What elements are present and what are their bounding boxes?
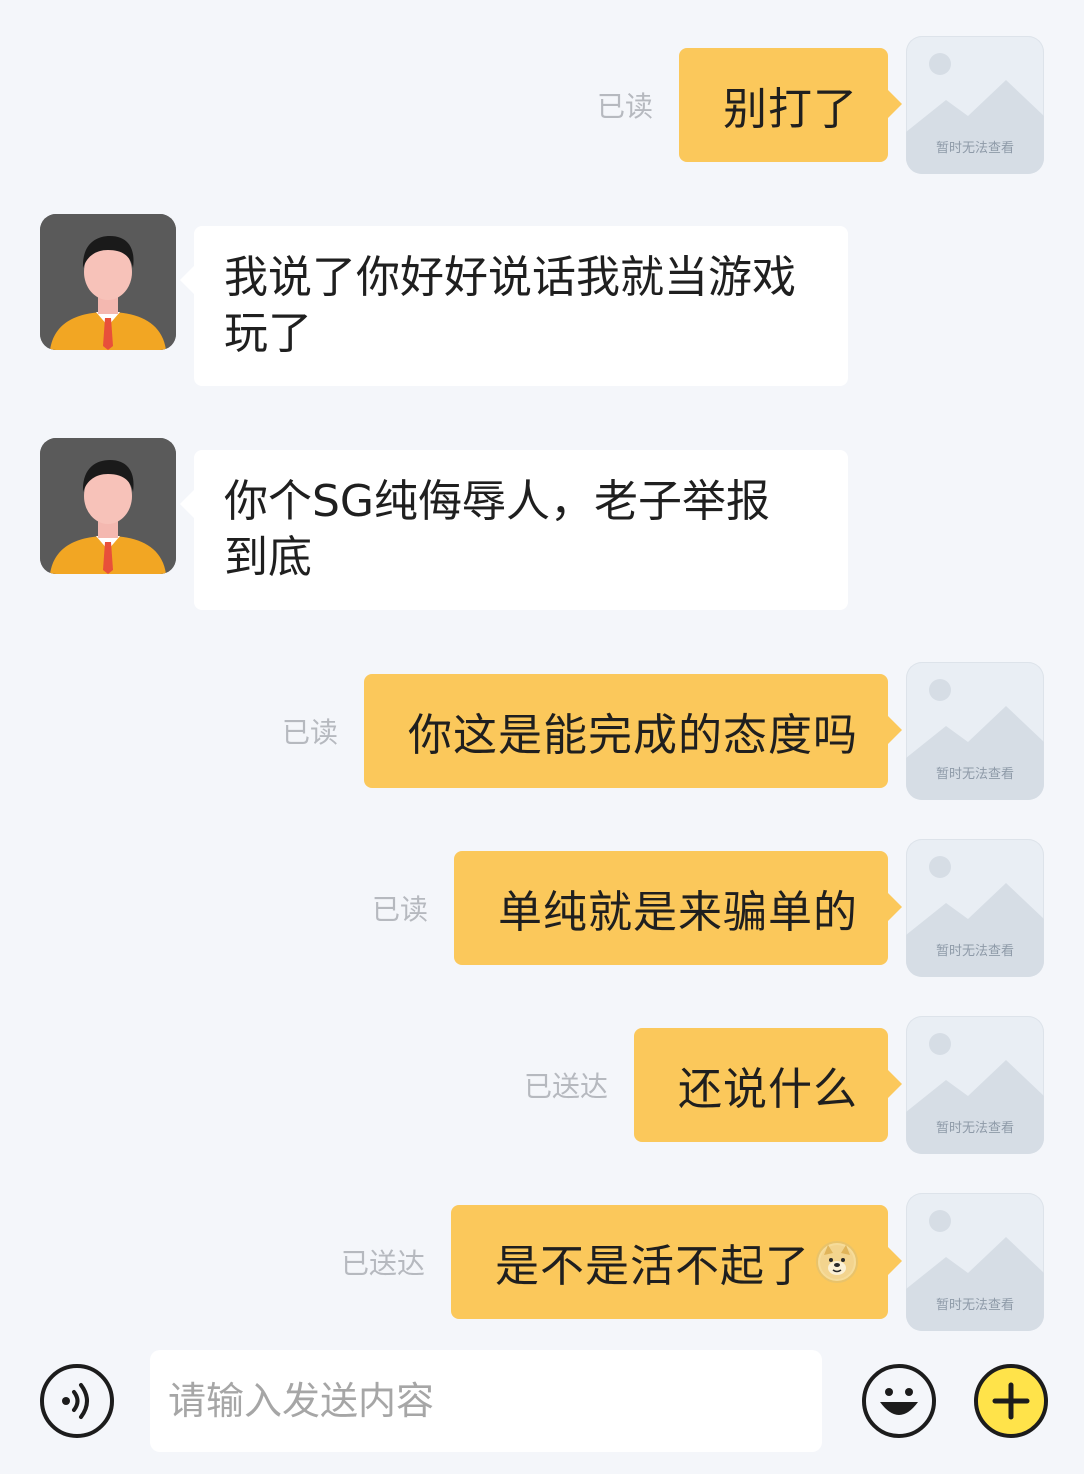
man-in-suit-avatar-icon [40,214,176,350]
self-avatar-placeholder[interactable]: 暂时无法查看 [906,1016,1044,1154]
message-row-incoming: 你个SG纯侮辱人，老子举报到底 [40,438,848,610]
emoji-button[interactable] [862,1364,936,1438]
message-row-incoming: 我说了你好好说话我就当游戏玩了 [40,214,848,386]
voice-button[interactable] [40,1364,114,1438]
placeholder-caption: 暂时无法查看 [935,944,1014,959]
plus-icon [992,1382,1030,1420]
message-text: 别打了 [723,84,858,135]
message-row-outgoing: 已送达 是不是活不起了 暂时无法查看 [341,1193,1044,1331]
message-bubble[interactable]: 你个SG纯侮辱人，老子举报到底 [180,450,848,610]
message-row-outgoing: 已读 单纯就是来骗单的 暂时无法查看 [372,839,1044,977]
read-status: 已读 [281,716,338,749]
placeholder-caption: 暂时无法查看 [935,1298,1014,1313]
message-bubble[interactable]: 别打了 [679,48,902,162]
message-text: 是不是活不起了 [495,1241,810,1292]
message-row-outgoing: 已读 你这是能完成的态度吗 暂时无法查看 [282,662,1044,800]
message-text: 你个SG纯侮辱人，老子举报到底 [224,476,771,583]
message-row-outgoing: 已读 别打了 暂时无法查看 [597,36,1044,174]
message-text: 还说什么 [678,1064,858,1115]
more-options-button[interactable] [974,1364,1048,1438]
doge-emoji-icon [816,1241,858,1283]
contact-avatar[interactable] [40,438,176,574]
message-bubble[interactable]: 我说了你好好说话我就当游戏玩了 [180,226,848,386]
self-avatar-placeholder[interactable]: 暂时无法查看 [906,839,1044,977]
message-bubble[interactable]: 单纯就是来骗单的 [454,851,902,965]
man-in-suit-avatar-icon [40,438,176,574]
message-bubble[interactable]: 还说什么 [634,1028,902,1142]
message-bubble[interactable]: 是不是活不起了 [451,1205,902,1319]
placeholder-caption: 暂时无法查看 [935,767,1014,782]
placeholder-caption: 暂时无法查看 [935,141,1014,156]
message-row-outgoing: 已送达 还说什么 暂时无法查看 [524,1016,1044,1154]
delivered-status: 已送达 [340,1247,425,1280]
message-text: 单纯就是来骗单的 [498,887,858,938]
self-avatar-placeholder[interactable]: 暂时无法查看 [906,1193,1044,1331]
message-input[interactable] [150,1350,822,1452]
read-status: 已读 [596,90,653,123]
message-text: 你这是能完成的态度吗 [408,710,858,761]
self-avatar-placeholder[interactable]: 暂时无法查看 [906,662,1044,800]
message-text: 我说了你好好说话我就当游戏玩了 [224,252,796,359]
chat-message-list[interactable]: 已读 别打了 暂时无法查看 我说了你好好说话我就当游戏玩了 你个SG纯侮辱人，老… [0,0,1084,1340]
input-bar [0,1340,1084,1474]
read-status: 已读 [371,893,428,926]
smiley-icon [880,1388,918,1415]
voice-icon [62,1383,89,1419]
message-bubble[interactable]: 你这是能完成的态度吗 [364,674,902,788]
contact-avatar[interactable] [40,214,176,350]
delivered-status: 已送达 [523,1070,608,1103]
self-avatar-placeholder[interactable]: 暂时无法查看 [906,36,1044,174]
placeholder-caption: 暂时无法查看 [935,1121,1014,1136]
